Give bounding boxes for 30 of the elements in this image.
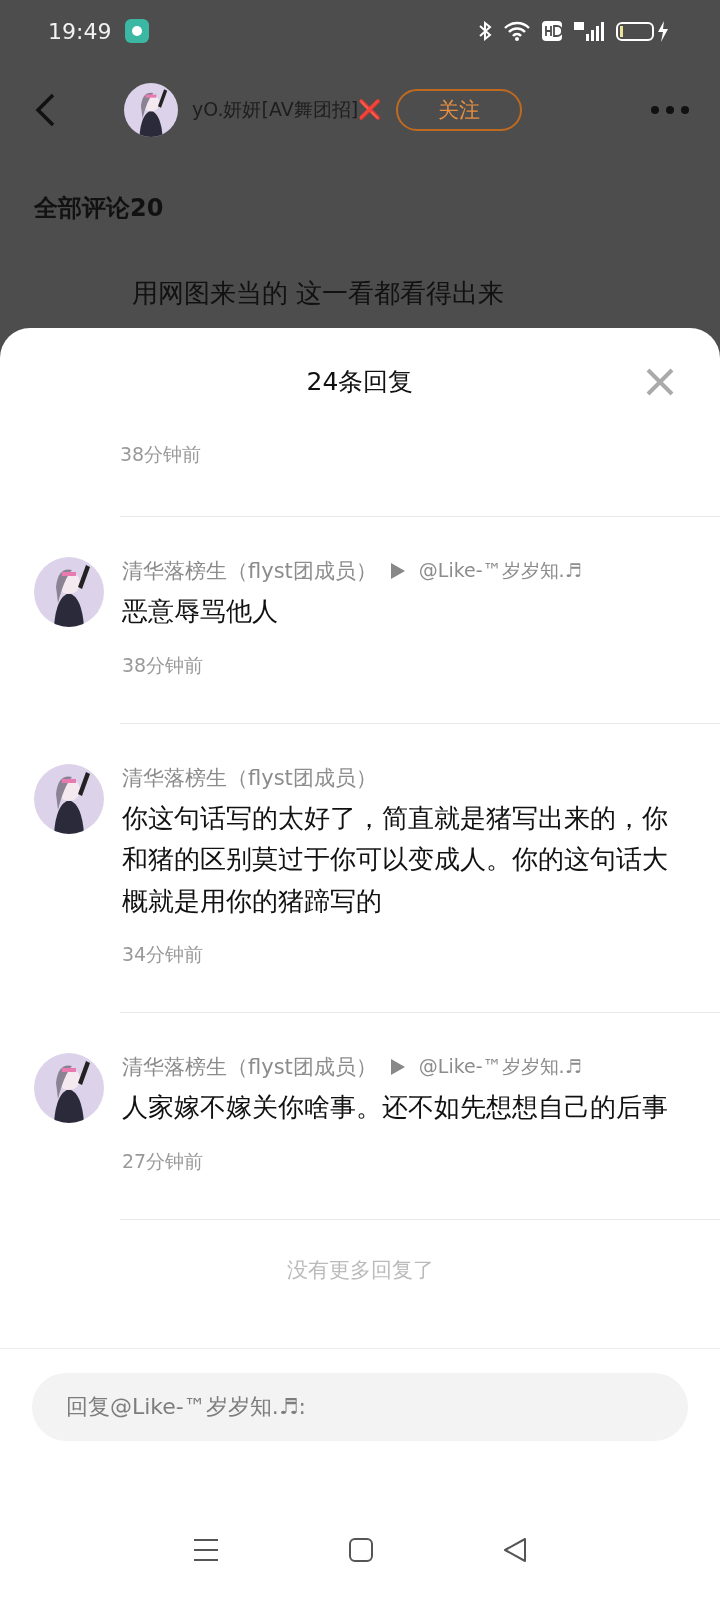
reply-text: 人家嫁不嫁关你啥事。还不如先想想自己的后事 — [122, 1091, 669, 1125]
reply-time: 38分钟前 — [122, 652, 205, 678]
reply-target[interactable]: @Like-™岁岁知.♬ — [418, 1054, 582, 1081]
reply-target[interactable]: @Like-™岁岁知.♬ — [418, 558, 582, 584]
reply-time: 34分钟前 — [122, 942, 205, 968]
reply-input-field[interactable]: 回复@Like-™岁岁知.♬: — [32, 1372, 688, 1441]
comment-text: 用网图来当的 这一看都看得出来 — [131, 277, 506, 310]
reply-text: 恶意辱骂他人 — [122, 595, 279, 628]
bluetooth-icon — [478, 21, 492, 41]
commenter-name[interactable]: 清华落榜生（flyst团成员） — [122, 557, 377, 585]
end-note: 没有更多回复了 — [286, 1257, 434, 1282]
play-arrow-icon — [390, 563, 405, 579]
hd-icon — [542, 21, 562, 41]
reply-time: 27分钟前 — [122, 1148, 205, 1174]
app-notification-icon — [125, 19, 150, 43]
reply-time: 38分钟前 — [120, 443, 202, 465]
follow-button[interactable]: 关注 — [396, 89, 523, 131]
menu-icon[interactable] — [193, 1538, 219, 1562]
sheet-title: 24条回复 — [306, 365, 414, 398]
back-triangle-icon[interactable] — [503, 1538, 527, 1562]
home-icon[interactable] — [349, 1538, 373, 1562]
reply-text: 你这句话写的太好了，简直就是猪写出来的，你和猪的区别莫过于你可以变成人。你的这句话大概就是用你的猪蹄写的 — [122, 801, 669, 918]
comments-heading: 全部评论20 — [33, 193, 165, 224]
commenter-name[interactable]: 清华落榜生（flyst团成员） — [122, 1053, 377, 1082]
status-time: 19:49 — [48, 18, 112, 44]
commenter-name[interactable]: 清华落榜生（flyst团成员） — [122, 763, 377, 792]
avatar[interactable] — [124, 83, 178, 137]
signal-icon — [574, 20, 604, 42]
play-arrow-icon — [390, 1059, 405, 1076]
wifi-icon — [504, 21, 530, 41]
